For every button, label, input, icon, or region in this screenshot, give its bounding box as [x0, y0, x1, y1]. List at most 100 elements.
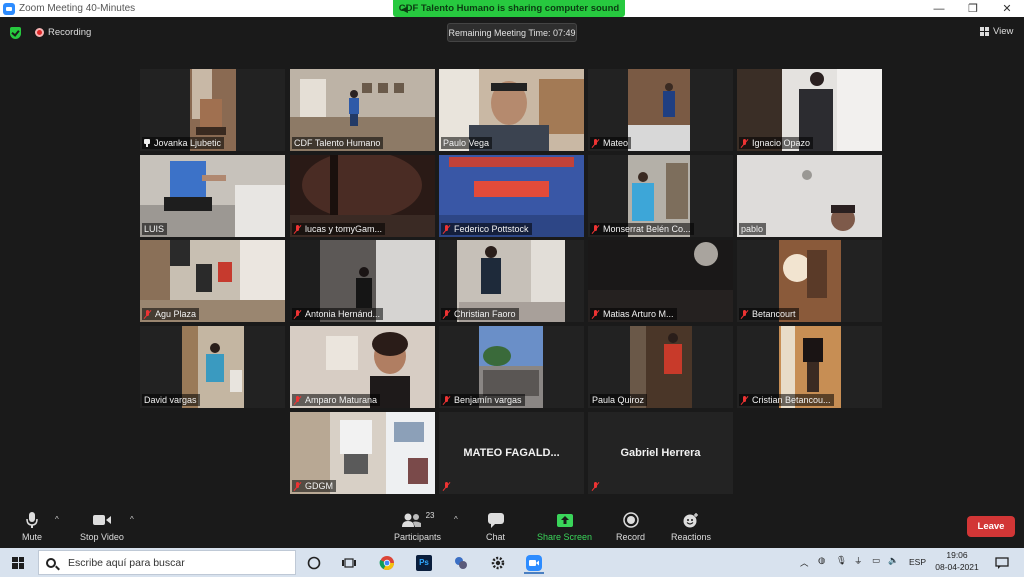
muted-mic-icon	[443, 481, 450, 491]
taskbar-search[interactable]	[38, 550, 296, 575]
participants-icon: 23	[401, 510, 435, 529]
muted-mic-icon	[741, 309, 748, 319]
zoom-window: Zoom Meeting 40-Minutes — ❐ ✕ ◀ CDF Tale…	[0, 0, 1024, 577]
window-title: Zoom Meeting 40-Minutes	[19, 3, 136, 14]
video-tile[interactable]: Benjamín vargas	[439, 326, 584, 408]
reactions-button[interactable]: Reactions	[671, 511, 711, 542]
participant-name-tag: Matias Arturo M...	[590, 308, 677, 320]
participant-name-tag: Mateo	[590, 137, 632, 149]
chrome-icon[interactable]	[375, 551, 399, 574]
photoshop-icon[interactable]: Ps	[412, 551, 436, 574]
muted-mic-icon	[592, 138, 599, 148]
mute-button[interactable]: Mute	[22, 511, 42, 542]
video-tile[interactable]: Paulo Vega	[439, 69, 584, 151]
notifications-icon[interactable]	[990, 551, 1014, 574]
close-button[interactable]: ✕	[990, 0, 1024, 17]
video-tile[interactable]: Gabriel Herrera	[588, 412, 733, 494]
video-tile[interactable]: Christian Faoro	[439, 240, 584, 322]
leave-button[interactable]: Leave	[967, 516, 1015, 537]
muted-mic-icon	[741, 138, 748, 148]
video-tile[interactable]: LUIS	[140, 155, 285, 237]
video-tile[interactable]: MATEO FAGALD...	[439, 412, 584, 494]
participant-name-tag: Agu Plaza	[142, 308, 200, 320]
participant-name-tag	[590, 480, 606, 492]
muted-mic-icon	[443, 224, 450, 234]
muted-mic-icon	[294, 395, 301, 405]
video-tile[interactable]: GDGM	[290, 412, 435, 494]
view-button[interactable]: View	[980, 26, 1013, 37]
participant-name-tag: Amparo Maturana	[292, 394, 381, 406]
record-icon	[622, 511, 639, 529]
chat-bubble-icon	[487, 511, 505, 529]
task-view-icon[interactable]	[337, 551, 361, 574]
video-tile[interactable]: pablo	[737, 155, 882, 237]
video-tile[interactable]: Antonia Hernánd...	[290, 240, 435, 322]
share-screen-button[interactable]: Share Screen	[537, 511, 592, 542]
chat-button[interactable]: Chat	[486, 511, 505, 542]
search-icon	[46, 557, 56, 568]
record-button[interactable]: Record	[616, 511, 645, 542]
video-tile[interactable]: Agu Plaza	[140, 240, 285, 322]
video-tile[interactable]: Federico Pottstock	[439, 155, 584, 237]
cortana-icon[interactable]	[302, 551, 326, 574]
muted-mic-icon	[294, 309, 301, 319]
app-icon[interactable]	[449, 551, 473, 574]
audio-options-chevron-icon[interactable]: ^	[55, 515, 59, 524]
participants-count: 23	[425, 510, 435, 520]
pin-icon	[144, 139, 150, 147]
participant-name-tag: Betancourt	[739, 308, 799, 320]
meeting-toolbar: Mute ^ Stop Video ^ 23 Participants ^ Ch…	[0, 505, 1024, 548]
taskbar-clock[interactable]: 19:06 08-04-2021	[930, 549, 984, 573]
clock-date: 08-04-2021	[935, 562, 979, 572]
tray-usb-icon[interactable]: ⏚	[854, 555, 863, 567]
minimize-button[interactable]: —	[922, 0, 956, 17]
video-tile[interactable]: Cristian Betancou...	[737, 326, 882, 408]
tray-mic-icon[interactable]: 🎙	[836, 555, 847, 566]
sharing-banner-text: CDF Talento Humano is sharing computer s…	[398, 3, 620, 14]
participant-name-tag: Monserrat Belén Co...	[590, 223, 694, 235]
participant-name-tag: lucas y tomyGam...	[292, 223, 386, 235]
participant-name-tag: GDGM	[292, 480, 336, 492]
gallery-grid-icon	[980, 27, 989, 36]
video-tile[interactable]: CDF Talento Humano	[290, 69, 435, 151]
muted-mic-icon	[294, 481, 301, 491]
video-tile[interactable]: David vargas	[140, 326, 285, 408]
tray-chevron-icon[interactable]: ︿	[800, 557, 809, 569]
smiley-icon	[682, 511, 700, 529]
tray-volume-icon[interactable]: 🔈	[888, 555, 899, 566]
participants-options-chevron-icon[interactable]: ^	[454, 515, 458, 524]
video-tile[interactable]: Mateo	[588, 69, 733, 151]
clock-time: 19:06	[946, 550, 968, 560]
video-tile[interactable]: Amparo Maturana	[290, 326, 435, 408]
video-options-chevron-icon[interactable]: ^	[130, 515, 134, 524]
video-tile[interactable]: Paula Quiroz	[588, 326, 733, 408]
video-tile[interactable]: Jovanka Ljubetic	[140, 69, 285, 151]
participants-button[interactable]: 23 Participants	[394, 510, 441, 543]
participant-name-tag	[441, 480, 457, 492]
tray-battery-icon[interactable]: ▭	[872, 555, 880, 566]
security-shield-icon[interactable]	[10, 27, 21, 39]
maximize-button[interactable]: ❐	[956, 0, 990, 17]
muted-mic-icon	[741, 395, 748, 405]
video-tile[interactable]: Betancourt	[737, 240, 882, 322]
zoom-taskbar-icon[interactable]	[522, 551, 546, 574]
video-tile[interactable]: Monserrat Belén Co...	[588, 155, 733, 237]
video-tile[interactable]: Ignacio Opazo	[737, 69, 882, 151]
windows-start-icon[interactable]	[12, 556, 24, 569]
muted-mic-icon	[592, 309, 599, 319]
participant-display-name: MATEO FAGALD...	[463, 447, 560, 459]
view-label: View	[993, 26, 1014, 37]
participant-name-tag: Christian Faoro	[441, 308, 519, 320]
video-tile[interactable]: lucas y tomyGam...	[290, 155, 435, 237]
taskbar-search-input[interactable]	[68, 556, 288, 569]
stop-video-button[interactable]: Stop Video	[80, 511, 124, 542]
zoom-app-icon	[3, 2, 15, 15]
share-screen-icon	[556, 511, 574, 529]
tray-language[interactable]: ESP	[909, 557, 926, 567]
tray-app-icon[interactable]: ◍	[818, 555, 825, 566]
participant-name-tag: CDF Talento Humano	[292, 137, 384, 149]
video-tile[interactable]: Matias Arturo M...	[588, 240, 733, 322]
muted-mic-icon	[592, 481, 599, 491]
settings-gear-icon[interactable]	[486, 551, 510, 574]
speaker-icon: ◀	[401, 4, 408, 14]
